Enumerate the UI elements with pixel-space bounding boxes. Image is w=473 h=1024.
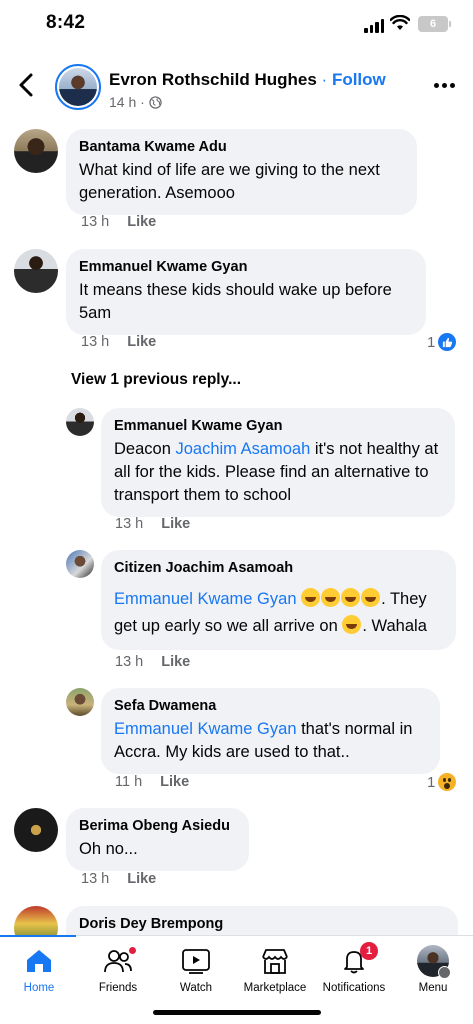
reaction-number: 1	[427, 333, 436, 351]
mention-link[interactable]: Emmanuel Kwame Gyan	[114, 720, 297, 738]
reply-actions: 13 h Like	[115, 654, 190, 670]
status-time: 8:42	[46, 12, 86, 33]
reply-text: Emmanuel Kwame Gyan . They get up early …	[114, 588, 427, 635]
marketplace-icon	[262, 949, 288, 974]
comment-actions: 13 h Like	[81, 334, 156, 350]
profile-avatar-icon	[417, 945, 451, 979]
notification-badge: 1	[360, 942, 378, 960]
commenter-name[interactable]: Sefa Dwamena	[114, 697, 427, 716]
commenter-name[interactable]: Bantama Kwame Adu	[79, 138, 404, 157]
like-button[interactable]: Like	[160, 774, 189, 790]
thumbs-up-icon	[438, 333, 457, 351]
comment-bubble: Bantama Kwame Adu What kind of life are …	[66, 129, 417, 215]
comment-actions: 13 h Like	[81, 871, 156, 887]
rofl-emoji-icon	[361, 588, 381, 607]
nav-menu[interactable]: Menu	[386, 944, 473, 994]
commenter-name[interactable]: Emmanuel Kwame Gyan	[114, 417, 442, 436]
comment-actions: 13 h Like	[81, 214, 156, 230]
comment-time: 13 h	[81, 871, 110, 887]
status-bar: 8:42 6	[0, 0, 473, 50]
commenter-name[interactable]: Citizen Joachim Asamoah	[114, 559, 443, 578]
reply-bubble: Sefa Dwamena Emmanuel Kwame Gyan that's …	[101, 688, 440, 774]
avatar[interactable]	[66, 408, 94, 436]
back-arrow-icon[interactable]	[16, 72, 38, 98]
home-indicator	[153, 1010, 321, 1015]
rofl-emoji-icon	[321, 588, 341, 607]
rofl-emoji-icon	[342, 615, 362, 634]
post-time: 14 h ·	[109, 94, 145, 110]
wifi-icon	[390, 15, 410, 30]
comment-text: It means these kids should wake up befor…	[79, 281, 392, 322]
home-icon	[27, 950, 51, 972]
post-header: Evron Rothschild Hughes · Follow 14 h ·	[0, 56, 473, 126]
friends-notification-dot	[128, 946, 137, 955]
reaction-number: 1	[427, 773, 436, 791]
post-meta: 14 h ·	[109, 94, 162, 110]
like-button[interactable]: Like	[161, 654, 190, 670]
view-previous-replies-link[interactable]: View 1 previous reply...	[71, 371, 241, 389]
reply-actions: 11 h Like	[115, 774, 189, 790]
battery-icon: 6	[418, 16, 448, 32]
nav-label: Menu	[418, 982, 448, 994]
comment-bubble: Emmanuel Kwame Gyan It means these kids …	[66, 249, 426, 335]
avatar[interactable]	[14, 249, 58, 293]
reply-text: Emmanuel Kwame Gyan that's normal in Acc…	[114, 720, 413, 761]
globe-icon	[149, 95, 162, 109]
signal-icon	[364, 19, 384, 33]
author-avatar[interactable]	[55, 64, 101, 110]
reply-time: 11 h	[115, 774, 143, 790]
author-line: Evron Rothschild Hughes · Follow	[109, 70, 386, 90]
reaction-count[interactable]: 1	[427, 773, 457, 791]
separator-dot: ·	[321, 70, 328, 89]
wow-reaction-icon	[438, 773, 457, 791]
reply-actions: 13 h Like	[115, 516, 190, 532]
avatar[interactable]	[66, 550, 94, 578]
like-button[interactable]: Like	[161, 516, 190, 532]
reaction-count[interactable]: 1	[427, 333, 457, 351]
comment-bubble: Berima Obeng Asiedu Oh no...	[66, 808, 249, 871]
reply-text: Deacon Joachim Asamoah it's not healthy …	[114, 440, 439, 504]
avatar[interactable]	[14, 808, 58, 852]
comment-text: Oh no...	[79, 840, 138, 858]
reply-time: 13 h	[115, 516, 144, 532]
comment-time: 13 h	[81, 214, 110, 230]
commenter-name[interactable]: Doris Dey Brempong	[79, 915, 445, 934]
avatar[interactable]	[66, 688, 94, 716]
like-button[interactable]: Like	[127, 334, 156, 350]
commenter-name[interactable]: Berima Obeng Asiedu	[79, 817, 236, 836]
like-button[interactable]: Like	[127, 871, 156, 887]
watch-icon	[182, 949, 210, 974]
avatar[interactable]	[14, 129, 58, 173]
like-button[interactable]: Like	[127, 214, 156, 230]
reply-bubble: Citizen Joachim Asamoah Emmanuel Kwame G…	[101, 550, 456, 650]
menu-badge-icon	[438, 966, 451, 979]
author-name[interactable]: Evron Rothschild Hughes	[109, 70, 317, 89]
commenter-name[interactable]: Emmanuel Kwame Gyan	[79, 258, 413, 277]
mention-link[interactable]: Emmanuel Kwame Gyan	[114, 590, 297, 608]
battery-tip	[449, 21, 451, 27]
follow-button[interactable]: Follow	[332, 70, 386, 89]
rofl-emoji-icon	[301, 588, 321, 607]
comment-text: What kind of life are we giving to the n…	[79, 161, 380, 202]
active-tab-indicator	[0, 935, 76, 937]
mention-link[interactable]: Joachim Asamoah	[175, 440, 310, 458]
reply-time: 13 h	[115, 654, 144, 670]
rofl-emoji-icon	[341, 588, 361, 607]
more-options-icon[interactable]	[434, 78, 456, 92]
comment-time: 13 h	[81, 334, 110, 350]
reply-bubble: Emmanuel Kwame Gyan Deacon Joachim Asamo…	[101, 408, 455, 517]
